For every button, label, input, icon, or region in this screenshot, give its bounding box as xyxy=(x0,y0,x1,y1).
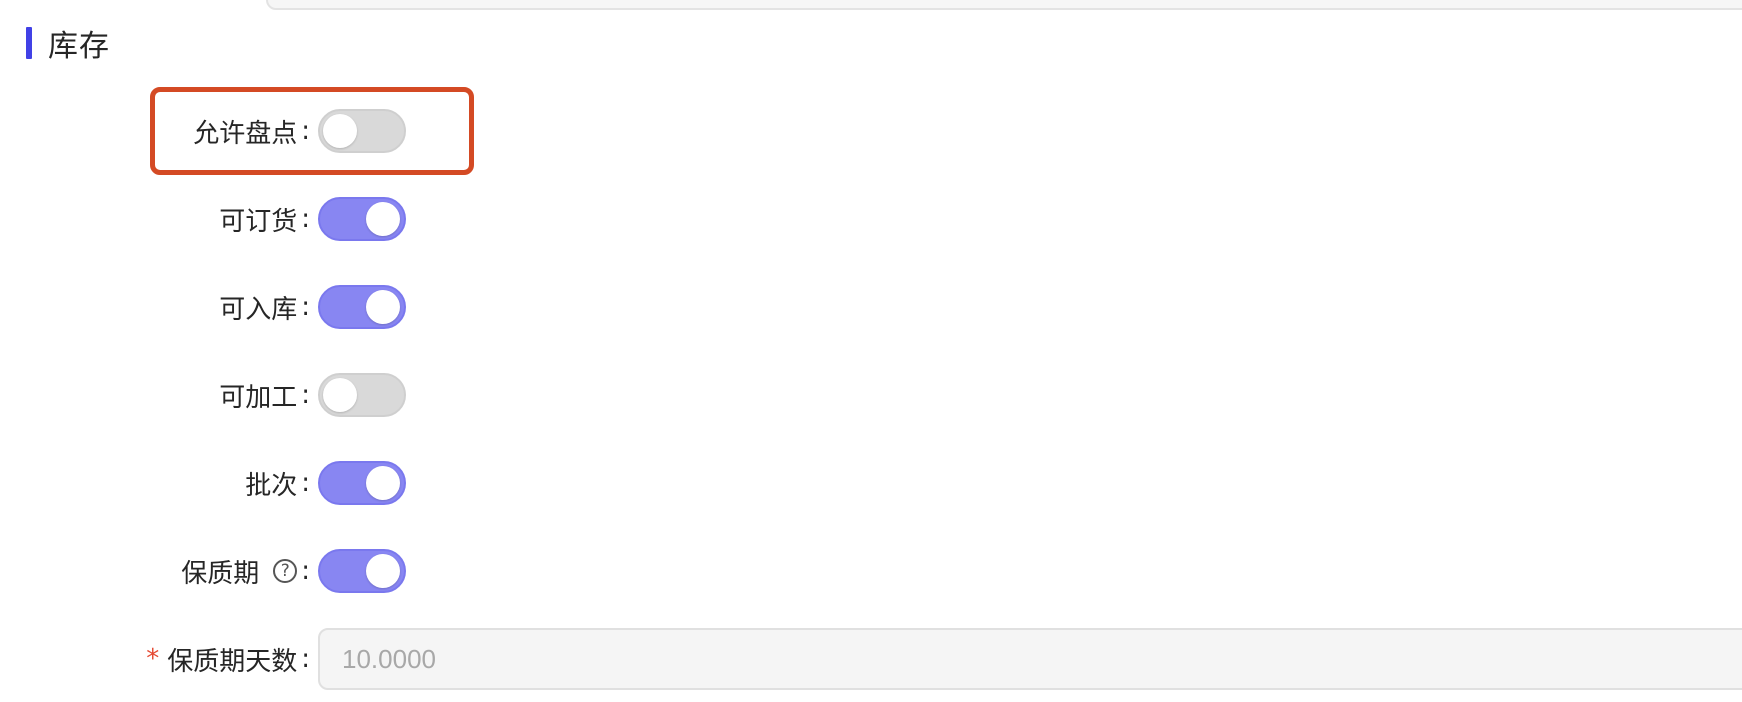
label-colon: : xyxy=(301,468,310,498)
toggle-knob xyxy=(323,114,357,148)
label-text: 保质期天数 xyxy=(167,646,298,677)
batch-label: 批次 : xyxy=(0,465,318,502)
section-accent-bar xyxy=(26,27,32,59)
label-text: 批次 xyxy=(245,470,298,501)
label-colon: : xyxy=(301,116,310,146)
required-asterisk: * xyxy=(146,644,160,674)
batch-toggle[interactable] xyxy=(318,461,406,505)
question-circle-icon[interactable]: ? xyxy=(273,559,298,583)
label-text: 可入库 xyxy=(219,294,298,325)
form-row-shelf-life: 保质期 ? : xyxy=(0,543,406,599)
shelf-life-days-input[interactable] xyxy=(318,628,1742,690)
shelf-life-toggle[interactable] xyxy=(318,549,406,593)
section-header: 库存 xyxy=(26,26,110,64)
toggle-knob xyxy=(366,466,400,500)
storable-label: 可入库 : xyxy=(0,289,318,326)
form-row-batch: 批次 : xyxy=(0,455,406,511)
orderable-toggle[interactable] xyxy=(318,197,406,241)
label-colon: : xyxy=(301,556,310,586)
processable-toggle[interactable] xyxy=(318,373,406,417)
shelf-life-label: 保质期 ? : xyxy=(0,553,318,590)
label-text: 保质期 xyxy=(181,558,260,589)
form-row-allow-inventory-count: 允许盘点 : xyxy=(0,103,406,159)
form-row-processable: 可加工 : xyxy=(0,367,406,423)
form-row-shelf-life-days: * 保质期天数 : xyxy=(0,628,1742,690)
label-colon: : xyxy=(301,204,310,234)
label-colon: : xyxy=(301,292,310,322)
toggle-knob xyxy=(366,554,400,588)
toggle-knob xyxy=(366,290,400,324)
label-text: 可订货 xyxy=(219,206,298,237)
toggle-knob xyxy=(323,378,357,412)
previous-section-card xyxy=(266,0,1742,10)
allow-inventory-count-toggle[interactable] xyxy=(318,109,406,153)
form-row-storable: 可入库 : xyxy=(0,279,406,335)
processable-label: 可加工 : xyxy=(0,377,318,414)
form-row-orderable: 可订货 : xyxy=(0,191,406,247)
section-title: 库存 xyxy=(48,29,110,64)
inventory-settings-page: 库存 允许盘点 : 可订货 : 可入库 : 可加工: 批次: 保质期 ?:… xyxy=(0,0,1742,702)
label-text: 允许盘点 xyxy=(193,118,298,149)
orderable-label: 可订货 : xyxy=(0,201,318,238)
shelf-life-days-label: * 保质期天数 : xyxy=(0,641,318,678)
label-text: 可加工 xyxy=(219,382,298,413)
allow-inventory-count-label: 允许盘点 : xyxy=(0,113,318,150)
storable-toggle[interactable] xyxy=(318,285,406,329)
toggle-knob xyxy=(366,202,400,236)
label-colon: : xyxy=(301,644,310,674)
label-colon: : xyxy=(301,380,310,410)
